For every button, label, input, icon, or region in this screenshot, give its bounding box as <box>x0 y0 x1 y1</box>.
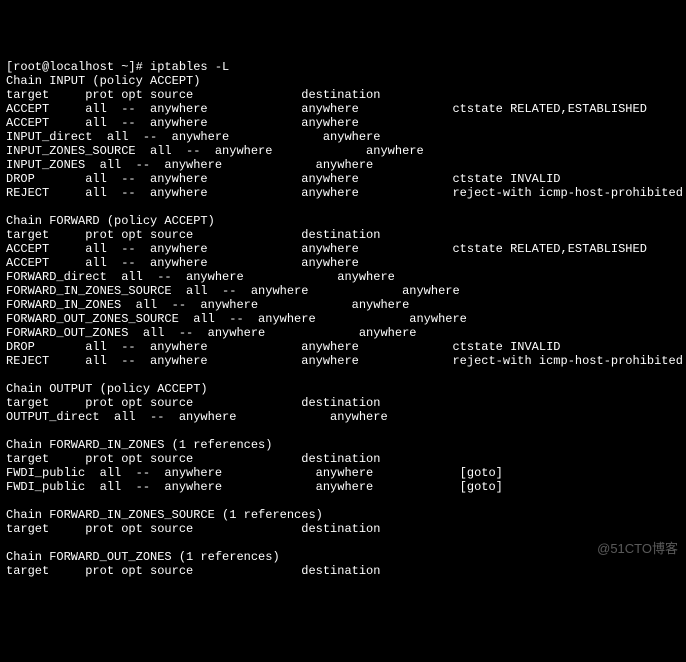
watermark: @51CTO博客 <box>597 542 678 556</box>
terminal-output[interactable]: [root@localhost ~]# iptables -L Chain IN… <box>6 60 680 578</box>
